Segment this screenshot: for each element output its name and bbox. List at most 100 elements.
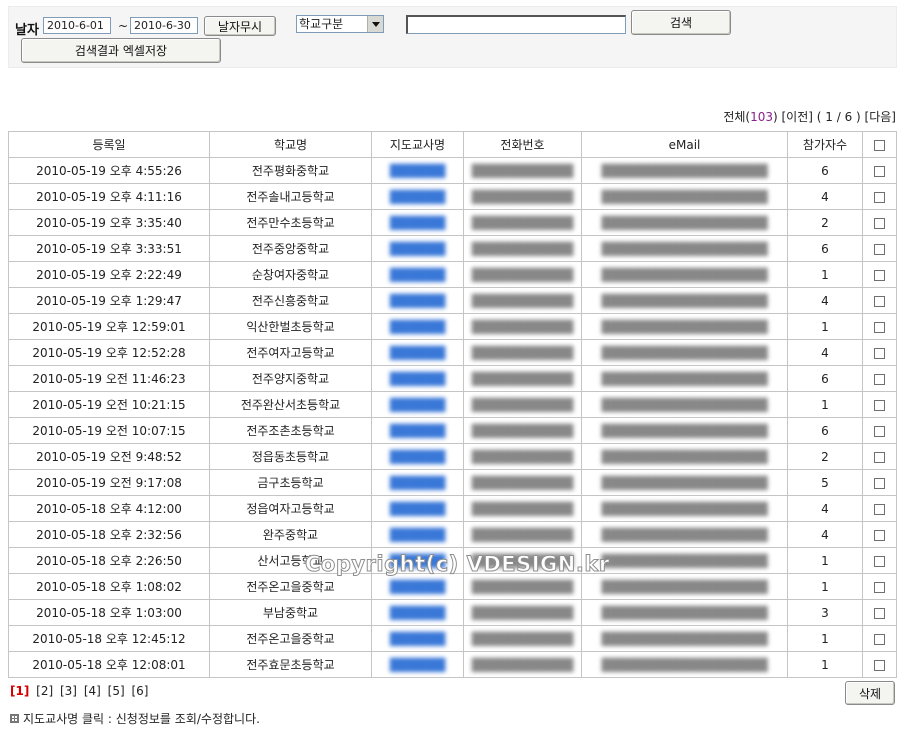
row-checkbox[interactable] (874, 581, 885, 593)
cell-email: ██████████████████ (581, 521, 788, 548)
cell-select (862, 261, 897, 288)
cell-participants: 2 (787, 209, 863, 236)
cell-date: 2010-05-19 오전 10:07:15 (8, 417, 210, 444)
cell-teacher-link[interactable]: ██████ (371, 573, 464, 600)
cell-teacher-link[interactable]: ██████ (371, 495, 464, 522)
cell-participants: 1 (787, 573, 863, 600)
cell-date: 2010-05-18 오후 12:45:12 (8, 625, 210, 652)
cell-teacher-link[interactable]: ██████ (371, 235, 464, 262)
row-checkbox[interactable] (874, 451, 885, 463)
cell-teacher-link[interactable]: ██████ (371, 469, 464, 496)
row-checkbox[interactable] (874, 165, 885, 177)
row-checkbox[interactable] (874, 269, 885, 281)
cell-select (862, 625, 897, 652)
page-link-4[interactable]: [4] (84, 684, 101, 698)
cell-teacher-link[interactable]: ██████ (371, 521, 464, 548)
cell-date: 2010-05-19 오후 2:22:49 (8, 261, 210, 288)
cell-participants: 4 (787, 339, 863, 366)
school-type-select[interactable]: 학교구분 (296, 15, 384, 33)
prev-link[interactable]: [이전] (782, 110, 813, 124)
cell-teacher-link[interactable]: ██████ (371, 391, 464, 418)
cell-participants: 4 (787, 287, 863, 314)
cell-teacher-link[interactable]: ██████ (371, 209, 464, 236)
cell-participants: 1 (787, 391, 863, 418)
cell-school: 완주중학교 (209, 521, 372, 548)
cell-school: 전주중앙중학교 (209, 235, 372, 262)
cell-email: ██████████████████ (581, 469, 788, 496)
page-link-5[interactable]: [5] (108, 684, 125, 698)
cell-teacher-link[interactable]: ██████ (371, 365, 464, 392)
cell-school: 익산한벌초등학교 (209, 313, 372, 340)
cell-phone: ███████████ (463, 417, 582, 444)
cell-participants: 6 (787, 157, 863, 184)
row-checkbox[interactable] (874, 477, 885, 489)
cell-teacher-link[interactable]: ██████ (371, 651, 464, 678)
cell-teacher-link[interactable]: ██████ (371, 339, 464, 366)
row-checkbox[interactable] (874, 295, 885, 307)
row-checkbox[interactable] (874, 633, 885, 645)
delete-button[interactable]: 삭제 (845, 681, 895, 705)
table-row: 2010-05-19 오후 12:52:28 전주여자고등학교 ██████ ████… (8, 339, 897, 366)
row-checkbox[interactable] (874, 399, 885, 411)
cell-email: ██████████████████ (581, 625, 788, 652)
row-checkbox[interactable] (874, 191, 885, 203)
cell-school: 금구초등학교 (209, 469, 372, 496)
select-all-checkbox[interactable] (874, 139, 885, 151)
page-link-1[interactable]: [1] (10, 684, 29, 698)
end-date-input[interactable] (130, 17, 198, 34)
row-checkbox[interactable] (874, 425, 885, 437)
cell-teacher-link[interactable]: ██████ (371, 417, 464, 444)
row-checkbox[interactable] (874, 243, 885, 255)
table-header-row: 등록일 학교명 지도교사명 전화번호 eMail 참가자수 (8, 131, 897, 158)
row-checkbox[interactable] (874, 607, 885, 619)
help-note: 지도교사명 클릭 : 신청정보를 조회/수정합니다. (10, 710, 260, 727)
cell-participants: 1 (787, 651, 863, 678)
page-link-3[interactable]: [3] (60, 684, 77, 698)
row-checkbox[interactable] (874, 321, 885, 333)
table-row: 2010-05-19 오후 4:55:26 전주평화중학교 ██████ ██████… (8, 157, 897, 184)
page-link-6[interactable]: [6] (131, 684, 148, 698)
cell-teacher-link[interactable]: ██████ (371, 261, 464, 288)
cell-date: 2010-05-19 오후 12:52:28 (8, 339, 210, 366)
cell-phone: ███████████ (463, 157, 582, 184)
table-row: 2010-05-19 오전 11:46:23 전주양지중학교 ██████ █████… (8, 365, 897, 392)
cell-date: 2010-05-19 오전 9:17:08 (8, 469, 210, 496)
row-checkbox[interactable] (874, 529, 885, 541)
cell-teacher-link[interactable]: ██████ (371, 157, 464, 184)
row-checkbox[interactable] (874, 217, 885, 229)
cell-date: 2010-05-19 오후 12:59:01 (8, 313, 210, 340)
cell-teacher-link[interactable]: ██████ (371, 599, 464, 626)
search-button[interactable]: 검색 (631, 10, 731, 35)
cell-school: 전주솔내고등학교 (209, 183, 372, 210)
row-checkbox[interactable] (874, 659, 885, 671)
cell-participants: 6 (787, 365, 863, 392)
cell-teacher-link[interactable]: ██████ (371, 287, 464, 314)
cell-participants: 3 (787, 599, 863, 626)
cell-school: 전주여자고등학교 (209, 339, 372, 366)
next-link[interactable]: [다음] (865, 110, 896, 124)
cell-phone: ███████████ (463, 573, 582, 600)
cell-date: 2010-05-18 오후 2:32:56 (8, 521, 210, 548)
cell-teacher-link[interactable]: ██████ (371, 183, 464, 210)
row-checkbox[interactable] (874, 347, 885, 359)
cell-date: 2010-05-18 오후 1:08:02 (8, 573, 210, 600)
page-link-2[interactable]: [2] (36, 684, 53, 698)
cell-school: 전주조촌초등학교 (209, 417, 372, 444)
cell-teacher-link[interactable]: ██████ (371, 313, 464, 340)
row-checkbox[interactable] (874, 503, 885, 515)
cell-teacher-link[interactable]: ██████ (371, 443, 464, 470)
cell-date: 2010-05-19 오전 10:21:15 (8, 391, 210, 418)
cell-phone: ███████████ (463, 469, 582, 496)
date-separator: ~ (118, 19, 129, 33)
total-label: 전체( (723, 110, 751, 124)
cell-teacher-link[interactable]: ██████ (371, 625, 464, 652)
cell-school: 정읍동초등학교 (209, 443, 372, 470)
copyright-watermark: Copyright(c) VDESIGN.kr (305, 552, 610, 577)
ignore-date-button[interactable]: 날자무시 (204, 16, 276, 36)
row-checkbox[interactable] (874, 555, 885, 567)
start-date-input[interactable] (43, 17, 111, 34)
excel-export-button[interactable]: 검색결과 엑셀저장 (21, 38, 221, 63)
row-checkbox[interactable] (874, 373, 885, 385)
search-input[interactable] (406, 15, 626, 34)
school-type-selected-label: 학교구분 (299, 17, 344, 31)
